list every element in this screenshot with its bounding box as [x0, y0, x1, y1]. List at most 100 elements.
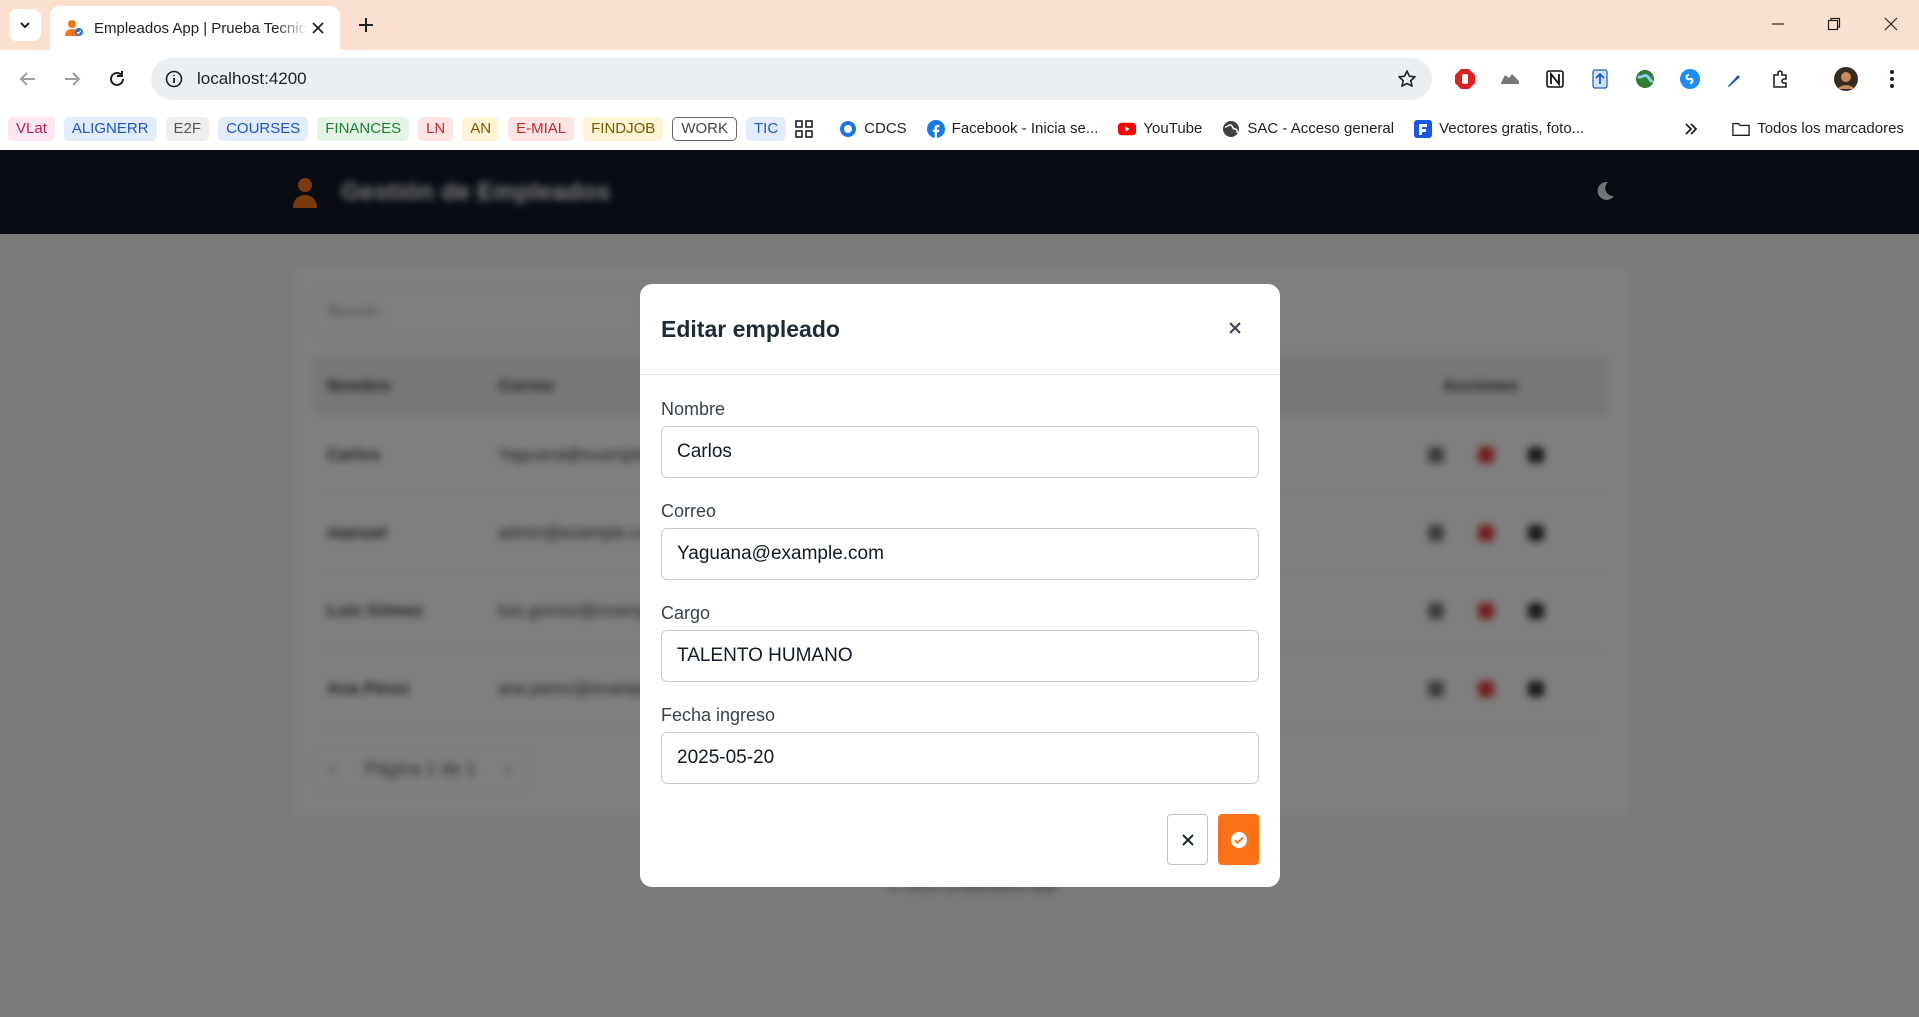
back-arrow-icon: [19, 72, 35, 86]
close-icon: [312, 22, 324, 34]
browser-tab-strip: Empleados App | Prueba Tecnica: [0, 0, 1919, 50]
forward-arrow-icon: [65, 72, 81, 86]
profile-avatar[interactable]: [1830, 63, 1862, 95]
notion-icon: [1546, 70, 1564, 88]
nombre-input[interactable]: [661, 426, 1259, 478]
shazam-icon: [1680, 69, 1700, 89]
bookmark-label: SAC - Acceso general: [1247, 120, 1395, 137]
close-icon: [1181, 833, 1194, 846]
url-text: localhost:4200: [197, 69, 307, 88]
stop-hand-icon: [1455, 69, 1475, 89]
bookmark-folder-alignerr[interactable]: ALIGNERR: [63, 116, 157, 141]
pen-icon: [1728, 75, 1740, 87]
upload-icon: [1592, 69, 1608, 89]
reload-button[interactable]: [101, 63, 133, 95]
bookmark-folder-findjob[interactable]: FINDJOB: [583, 116, 664, 141]
kebab-menu-icon: [1890, 70, 1894, 88]
check-circle-icon: [1230, 831, 1247, 848]
fecha-ingreso-label: Fecha ingreso: [661, 705, 776, 725]
youtube-icon: [1118, 120, 1137, 138]
bookmark-folder-e-mial[interactable]: E-MIAL: [508, 116, 575, 141]
extensions-icon: [1773, 70, 1787, 88]
fecha-ingreso-input[interactable]: [661, 732, 1259, 784]
plus-icon: [359, 18, 373, 32]
bookmarks-overflow-button[interactable]: [1684, 122, 1698, 136]
site-info-button[interactable]: [157, 62, 191, 96]
forward-button[interactable]: [56, 63, 88, 95]
bookmark-label: Facebook - Inicia se...: [951, 120, 1099, 137]
bookmark-folder-tic[interactable]: TIC: [745, 116, 787, 141]
address-bar[interactable]: localhost:4200: [151, 58, 1432, 100]
avatar-icon: [1834, 67, 1858, 91]
facebook-icon: [926, 119, 945, 138]
bookmark-folder-vlat[interactable]: VLat: [8, 116, 55, 141]
close-icon: [1884, 17, 1898, 31]
apps-grid-icon: [795, 119, 813, 138]
back-button[interactable]: [12, 63, 44, 95]
bookmark-folder-ln[interactable]: LN: [418, 116, 454, 141]
app-favicon-icon: [65, 20, 83, 36]
close-window-button[interactable]: [1862, 0, 1919, 48]
bookmark-sac[interactable]: SAC - Acceso general: [1222, 120, 1394, 138]
minimize-icon: [1772, 23, 1784, 25]
bookmark-star-button[interactable]: [1390, 62, 1424, 96]
browser-toolbar: localhost:4200: [0, 50, 1919, 107]
shoe-icon: [1501, 74, 1519, 84]
extensions-button[interactable]: [1765, 63, 1797, 95]
upload-extension[interactable]: [1584, 63, 1616, 95]
site-info-icon: [165, 70, 183, 88]
bookmark-label: Todos los marcadores: [1757, 120, 1904, 137]
bookmark-facebook[interactable]: Facebook - Inicia se...: [926, 119, 1099, 138]
bookmark-folder-courses[interactable]: COURSES: [218, 116, 309, 141]
extension-2[interactable]: [1494, 63, 1526, 95]
save-button[interactable]: [1218, 814, 1259, 865]
browser-tab[interactable]: Empleados App | Prueba Tecnica: [50, 6, 340, 50]
dialog-close-button[interactable]: [1220, 313, 1250, 343]
tab-title: Empleados App | Prueba Tecnica: [94, 19, 308, 37]
bookmark-folder-e2f[interactable]: E2F: [165, 116, 210, 141]
folder-icon: [1732, 120, 1750, 138]
globe-icon: [1222, 120, 1240, 138]
restore-icon: [1827, 17, 1841, 31]
freepik-icon: [1414, 119, 1433, 138]
reload-icon: [110, 71, 124, 86]
bookmark-vectores[interactable]: Vectores gratis, foto...: [1414, 119, 1585, 138]
shazam-extension[interactable]: [1674, 63, 1706, 95]
minimize-button[interactable]: [1749, 0, 1807, 48]
edit-employee-dialog: Editar empleado Nombre Correo Cargo Fech…: [640, 284, 1280, 887]
tab-search-button[interactable]: [9, 9, 41, 41]
cargo-input[interactable]: [661, 630, 1259, 682]
chrome-menu-button[interactable]: [1876, 63, 1908, 95]
tab-close-button[interactable]: [308, 18, 328, 38]
globe-icon: [839, 120, 857, 138]
bookmark-folder-an[interactable]: AN: [462, 116, 500, 141]
bookmark-folder-finances[interactable]: FINANCES: [317, 116, 410, 141]
globe-extension[interactable]: [1629, 63, 1661, 95]
globe-icon: [1636, 70, 1654, 88]
correo-input[interactable]: [661, 528, 1259, 580]
bookmark-cdcs[interactable]: CDCS: [839, 120, 907, 138]
new-tab-button[interactable]: [352, 11, 380, 39]
cancel-button[interactable]: [1167, 814, 1208, 865]
bookmark-label: YouTube: [1143, 120, 1203, 137]
bookmark-folder-work[interactable]: WORK: [672, 116, 737, 141]
dialog-header: Editar empleado: [640, 284, 1280, 375]
pen-extension[interactable]: [1718, 63, 1750, 95]
nombre-label: Nombre: [661, 399, 726, 419]
apps-grid-button[interactable]: [795, 119, 813, 138]
cargo-label: Cargo: [661, 603, 711, 623]
bookmark-label: Vectores gratis, foto...: [1439, 120, 1585, 137]
dialog-title: Editar empleado: [661, 316, 840, 342]
bookmark-youtube[interactable]: YouTube: [1118, 120, 1202, 138]
restore-button[interactable]: [1805, 0, 1863, 48]
star-icon: [1398, 70, 1416, 87]
all-bookmarks-button[interactable]: Todos los marcadores: [1732, 120, 1904, 138]
notion-extension[interactable]: [1539, 63, 1571, 95]
close-icon: [1229, 322, 1241, 334]
double-chevron-right-icon: [1685, 122, 1698, 135]
correo-label: Correo: [661, 501, 717, 521]
bookmark-label: CDCS: [864, 120, 907, 137]
web-page: Gestión de Empleados Buscar... Nombre Co…: [0, 150, 1919, 1017]
chevron-down-icon: [20, 22, 30, 29]
adblock-extension[interactable]: [1449, 63, 1481, 95]
